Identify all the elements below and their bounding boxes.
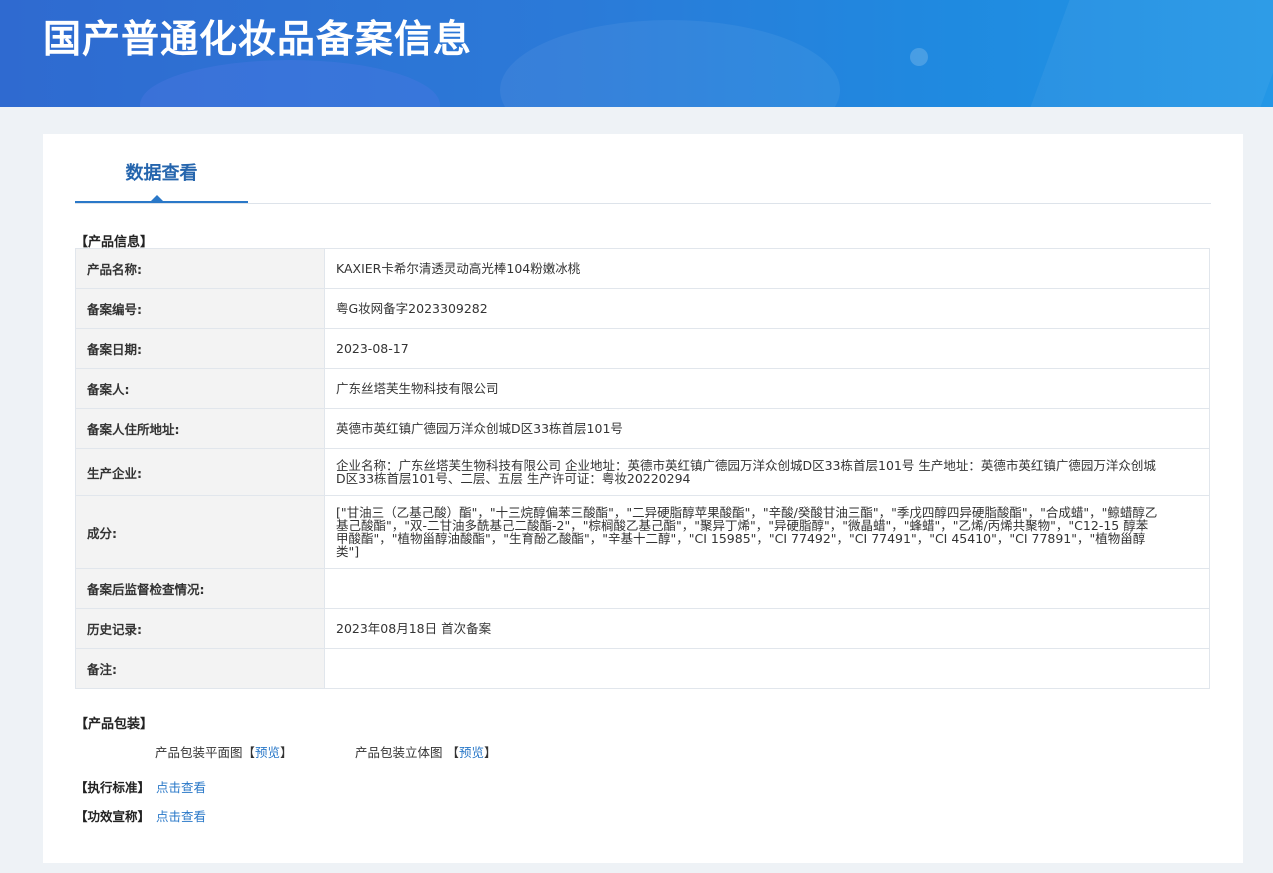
table-row: 备案人住所地址: 英德市英红镇广德园万洋众创城D区33栋首层101号	[75, 408, 1210, 449]
row-value: 广东丝塔芙生物科技有限公司	[324, 368, 1210, 409]
row-value: 企业名称：广东丝塔芙生物科技有限公司 企业地址：英德市英红镇广德园万洋众创城D区…	[324, 448, 1210, 496]
table-row: 成分: ["甘油三（乙基己酸）酯"，"十三烷醇偏苯三酸酯"，"二异硬脂醇苹果酸酯…	[75, 495, 1210, 569]
product-info-table: 产品名称: KAXIER卡希尔清透灵动高光棒104粉嫩冰桃 备案编号: 粤G妆网…	[75, 248, 1210, 689]
banner-decoration	[1030, 0, 1273, 107]
row-value: 粤G妆网备字2023309282	[324, 288, 1210, 329]
packaging-flat-preview-link[interactable]: 预览	[255, 745, 280, 760]
table-row: 备案后监督检查情况:	[75, 568, 1210, 609]
row-key: 备案后监督检查情况:	[75, 568, 325, 609]
content-card: 数据查看 【产品信息】 产品名称: KAXIER卡希尔清透灵动高光棒104粉嫩冰…	[43, 134, 1243, 863]
bracket-close: 】	[484, 745, 497, 760]
table-row: 备案日期: 2023-08-17	[75, 328, 1210, 369]
table-row: 历史记录: 2023年08月18日 首次备案	[75, 608, 1210, 649]
active-tab-caret-icon	[151, 195, 163, 201]
table-row: 备案人: 广东丝塔芙生物科技有限公司	[75, 368, 1210, 409]
standard-view-link[interactable]: 点击查看	[156, 780, 206, 795]
efficacy-row: 【功效宣称】 点击查看	[75, 806, 206, 825]
packaging-flat-item: 产品包装平面图【预览】	[155, 742, 293, 761]
row-key: 成分:	[75, 495, 325, 569]
efficacy-label: 【功效宣称】	[75, 809, 151, 824]
page-title: 国产普通化妆品备案信息	[43, 17, 473, 61]
banner-decoration	[500, 20, 840, 107]
row-key: 备注:	[75, 648, 325, 689]
banner-decoration	[910, 48, 928, 66]
table-row: 产品名称: KAXIER卡希尔清透灵动高光棒104粉嫩冰桃	[75, 248, 1210, 289]
row-key: 历史记录:	[75, 608, 325, 649]
packaging-section-label: 【产品包装】	[75, 717, 154, 732]
packaging-stereo-item: 产品包装立体图 【预览】	[355, 742, 497, 761]
row-value: 2023-08-17	[324, 328, 1210, 369]
row-value: 英德市英红镇广德园万洋众创城D区33栋首层101号	[324, 408, 1210, 449]
row-value	[324, 568, 1210, 609]
bracket-close: 】	[280, 745, 293, 760]
row-key: 生产企业:	[75, 448, 325, 496]
tab-bar: 数据查看	[75, 134, 1211, 204]
efficacy-view-link[interactable]: 点击查看	[156, 809, 206, 824]
standard-row: 【执行标准】 点击查看	[75, 777, 206, 796]
row-key: 备案人住所地址:	[75, 408, 325, 449]
tab-data-view[interactable]: 数据查看	[75, 134, 248, 203]
row-value: KAXIER卡希尔清透灵动高光棒104粉嫩冰桃	[324, 248, 1210, 289]
packaging-stereo-label: 产品包装立体图 【	[355, 745, 459, 760]
row-key: 产品名称:	[75, 248, 325, 289]
row-key: 备案人:	[75, 368, 325, 409]
row-value: ["甘油三（乙基己酸）酯"，"十三烷醇偏苯三酸酯"，"二异硬脂醇苹果酸酯"，"辛…	[324, 495, 1210, 569]
banner-decoration	[140, 60, 440, 107]
table-row: 备注:	[75, 648, 1210, 689]
table-row: 备案编号: 粤G妆网备字2023309282	[75, 288, 1210, 329]
row-value: 2023年08月18日 首次备案	[324, 608, 1210, 649]
table-row: 生产企业: 企业名称：广东丝塔芙生物科技有限公司 企业地址：英德市英红镇广德园万…	[75, 448, 1210, 496]
row-key: 备案日期:	[75, 328, 325, 369]
packaging-stereo-preview-link[interactable]: 预览	[459, 745, 484, 760]
header-banner: 国产普通化妆品备案信息	[0, 0, 1273, 107]
standard-label: 【执行标准】	[75, 780, 151, 795]
row-key: 备案编号:	[75, 288, 325, 329]
row-value	[324, 648, 1210, 689]
packaging-flat-label: 产品包装平面图【	[155, 745, 256, 760]
